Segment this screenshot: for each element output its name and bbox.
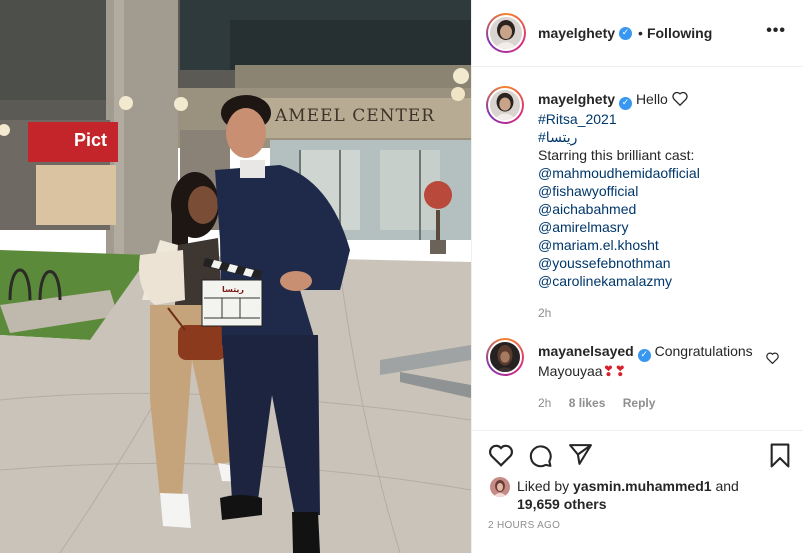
liker-username[interactable]: yasmin.muhammed1 [573,478,712,494]
liked-by: Liked by yasmin.muhammed1 and 19,659 oth… [490,477,739,513]
mention-link[interactable]: @mariam.el.khosht [538,236,700,254]
mention-link[interactable]: @fishawyofficial [538,182,700,200]
mention-link[interactable]: @mahmoudhemidaofficial [538,164,700,182]
caption-avatar[interactable] [486,86,524,124]
post-actions: Liked by yasmin.muhammed1 and 19,659 oth… [472,430,803,553]
caption-cast-intro: Starring this brilliant cast: [538,147,695,163]
comment-icon[interactable] [528,443,553,468]
avatar-portrait-icon [493,92,517,120]
caption-body: mayelghety ✓ Hello #Ritsa_2021 #ريتسا Sta… [538,90,700,322]
comment-time[interactable]: 2h [538,396,551,410]
hashtag-ritsa-2021[interactable]: #Ritsa_2021 [538,110,700,128]
avatar-portrait-icon [493,480,507,497]
mention-link[interactable]: @aichabahmed [538,200,700,218]
caption-text: Hello [635,91,668,107]
commenter-username[interactable]: mayanelsayed [538,343,634,359]
header-separator: • [638,25,643,41]
post-dialog: AMEEL CENTER Pict ريتسا mayelghety ✓ • F… [0,0,803,553]
bookmark-icon[interactable] [769,443,791,468]
liked-by-and: and [715,478,739,494]
comment-meta: 2h 8 likes Reply [538,394,758,412]
mention-link[interactable]: @carolinekamalazmy [538,272,700,290]
photo-illustration [0,0,471,553]
heart-exclamation-emoji-icon: ❣❣ [602,363,627,379]
verified-badge-icon: ✓ [619,26,633,40]
avatar-portrait-icon [495,344,515,372]
building-sign-text: AMEEL CENTER [275,106,436,126]
avatar-portrait-icon [494,20,518,49]
comment-text: Congratulations [654,343,753,359]
post-header: mayelghety ✓ • Following ••• [472,0,803,67]
white-heart-emoji-icon [672,91,688,106]
caption-author[interactable]: mayelghety [538,91,615,107]
mention-link[interactable]: @youssefebnothman [538,254,700,272]
post-sidebar: mayelghety ✓ • Following ••• mayelghety ✓ [471,0,803,553]
heart-icon[interactable] [488,443,514,467]
likes-count-others[interactable]: 19,659 others [517,496,607,512]
comment-heart-icon[interactable] [766,352,779,364]
comment-item: mayanelsayed ✓ Congratulations Mayouyaa❣❣… [486,338,796,412]
caption-time[interactable]: 2h [538,304,700,322]
verified-badge-icon: ✓ [619,97,633,110]
comment-likes[interactable]: 8 likes [569,396,606,410]
slate-title-text: ريتسا [222,285,245,294]
caption: mayelghety ✓ Hello #Ritsa_2021 #ريتسا Sta… [486,86,796,322]
liker-avatar[interactable] [490,477,510,497]
share-icon[interactable] [568,443,593,466]
following-button[interactable]: Following [647,25,712,41]
shop-sign-text: Pict [74,130,108,150]
verified-badge-icon: ✓ [637,349,651,362]
post-timestamp[interactable]: 2 HOURS AGO [488,520,560,531]
post-photo[interactable]: AMEEL CENTER Pict ريتسا [0,0,471,553]
hashtag-ritsa-arabic[interactable]: #ريتسا [538,128,700,146]
comment-text-2: Mayouyaa [538,363,603,379]
commenter-avatar[interactable] [486,338,524,376]
liked-by-prefix: Liked by [517,478,570,494]
mention-link[interactable]: @amirelmasry [538,218,700,236]
comment-body: mayanelsayed ✓ Congratulations Mayouyaa❣❣… [538,342,758,412]
more-options-icon[interactable]: ••• [766,23,786,39]
author-avatar[interactable] [486,13,526,53]
reply-button[interactable]: Reply [623,396,656,410]
author-username[interactable]: mayelghety [538,25,615,41]
